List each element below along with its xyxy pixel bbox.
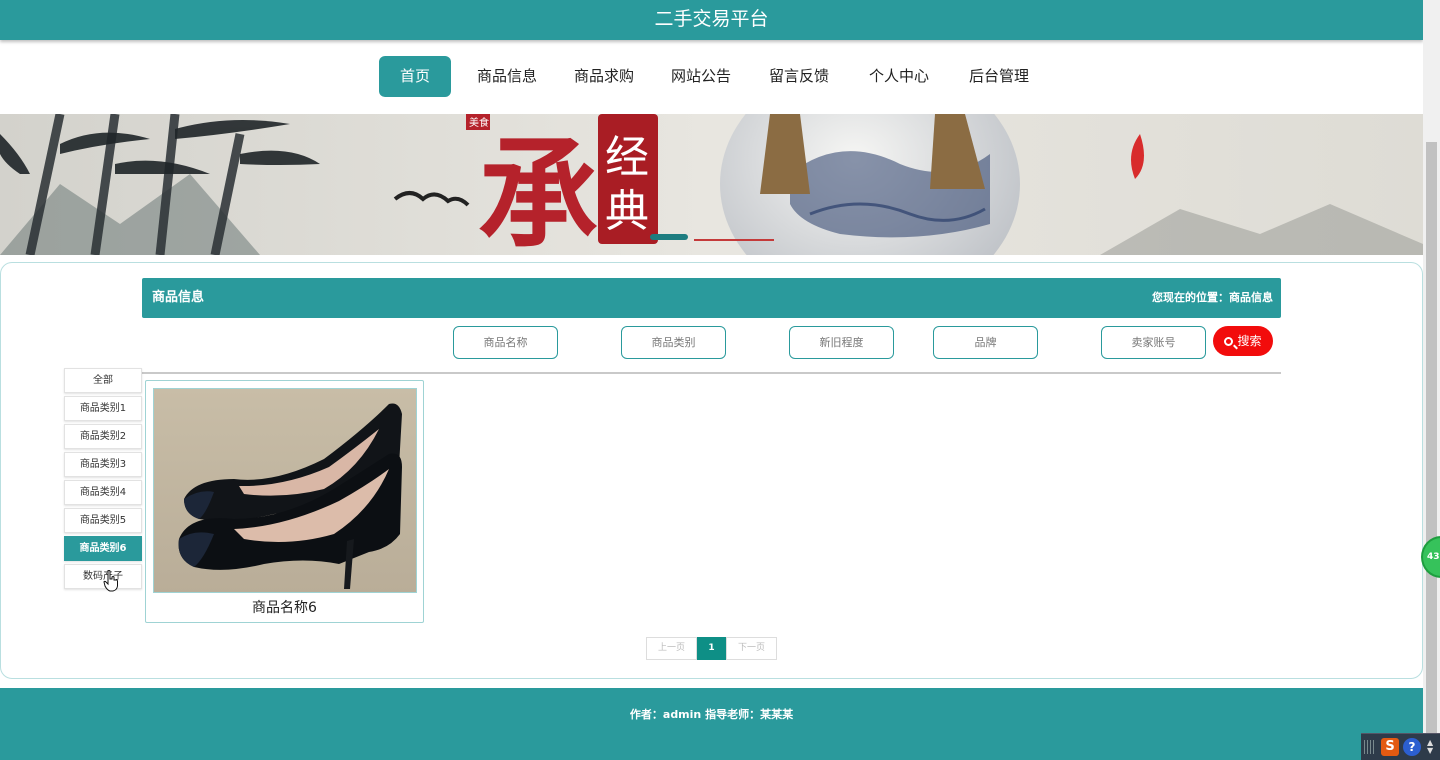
category-item-all[interactable]: 全部 <box>64 368 142 393</box>
product-name-input[interactable]: 商品名称 <box>453 326 558 359</box>
banner-calligraphy: 承 <box>478 124 598 255</box>
nav-item-purchase-requests[interactable]: 商品求购 <box>565 56 643 97</box>
section-header: 商品信息 您现在的位置：商品信息 <box>142 278 1281 318</box>
pagination-next[interactable]: 下一页 <box>726 637 777 660</box>
footer-credits: 作者：admin 指导老师：某某某 <box>629 708 794 721</box>
banner-seal-1: 经 <box>605 132 649 183</box>
page: 二手交易平台 首页 商品信息 商品求购 网站公告 留言反馈 个人中心 后台管理 <box>0 0 1440 760</box>
nav-item-home[interactable]: 首页 <box>379 56 451 97</box>
nav-item-announcements[interactable]: 网站公告 <box>662 56 740 97</box>
system-tray: S ? ▲ ▼ <box>1361 733 1440 760</box>
banner-small-stamp: 美食 <box>469 116 489 129</box>
pagination-prev[interactable]: 上一页 <box>646 637 697 660</box>
nav-item-product-info[interactable]: 商品信息 <box>468 56 546 97</box>
product-category-input[interactable]: 商品类别 <box>621 326 726 359</box>
tray-grip-icon <box>1364 740 1376 754</box>
nav-item-personal-center[interactable]: 个人中心 <box>860 56 938 97</box>
tray-arrows-icon[interactable]: ▲ ▼ <box>1427 739 1437 755</box>
scrollbar-thumb[interactable] <box>1426 142 1437 736</box>
nav-item-admin[interactable]: 后台管理 <box>960 56 1038 97</box>
pagination-current[interactable]: 1 <box>697 637 726 660</box>
site-header: 二手交易平台 <box>0 0 1423 40</box>
product-name[interactable]: 商品名称6 <box>146 597 423 617</box>
hand-cursor-icon <box>103 570 118 592</box>
carousel-dot-2[interactable] <box>694 239 774 241</box>
help-icon[interactable]: ? <box>1403 738 1421 756</box>
vertical-scrollbar[interactable] <box>1423 0 1440 760</box>
condition-input[interactable]: 新旧程度 <box>789 326 894 359</box>
banner-seal-2: 典 <box>605 186 649 237</box>
filter-divider <box>142 372 1281 374</box>
breadcrumb: 您现在的位置：商品信息 <box>1152 291 1273 304</box>
search-button[interactable]: 搜索 <box>1213 326 1273 356</box>
product-image[interactable] <box>153 388 417 593</box>
category-item-3[interactable]: 商品类别3 <box>64 452 142 477</box>
product-card[interactable]: 商品名称6 <box>145 380 424 623</box>
nav-item-feedback[interactable]: 留言反馈 <box>760 56 838 97</box>
site-title: 二手交易平台 <box>654 8 769 30</box>
category-item-6[interactable]: 商品类别6 <box>64 536 142 561</box>
category-item-2[interactable]: 商品类别2 <box>64 424 142 449</box>
search-icon <box>1224 337 1234 346</box>
site-footer: 作者：admin 指导老师：某某某 <box>0 688 1423 760</box>
search-button-label: 搜索 <box>1237 334 1262 348</box>
category-item-4[interactable]: 商品类别4 <box>64 480 142 505</box>
sogou-input-icon[interactable]: S <box>1381 738 1399 756</box>
category-item-1[interactable]: 商品类别1 <box>64 396 142 421</box>
high-heels-image <box>154 389 416 592</box>
main-nav: 首页 商品信息 商品求购 网站公告 留言反馈 个人中心 后台管理 <box>0 40 1423 114</box>
category-item-5[interactable]: 商品类别5 <box>64 508 142 533</box>
brand-input[interactable]: 品牌 <box>933 326 1038 359</box>
section-title: 商品信息 <box>152 290 205 305</box>
banner-image: 承 美食 经 典 <box>0 114 1423 255</box>
seller-account-input[interactable]: 卖家账号 <box>1101 326 1206 359</box>
carousel-dot-1[interactable] <box>650 234 688 240</box>
banner-carousel[interactable]: 承 美食 经 典 <box>0 114 1423 255</box>
